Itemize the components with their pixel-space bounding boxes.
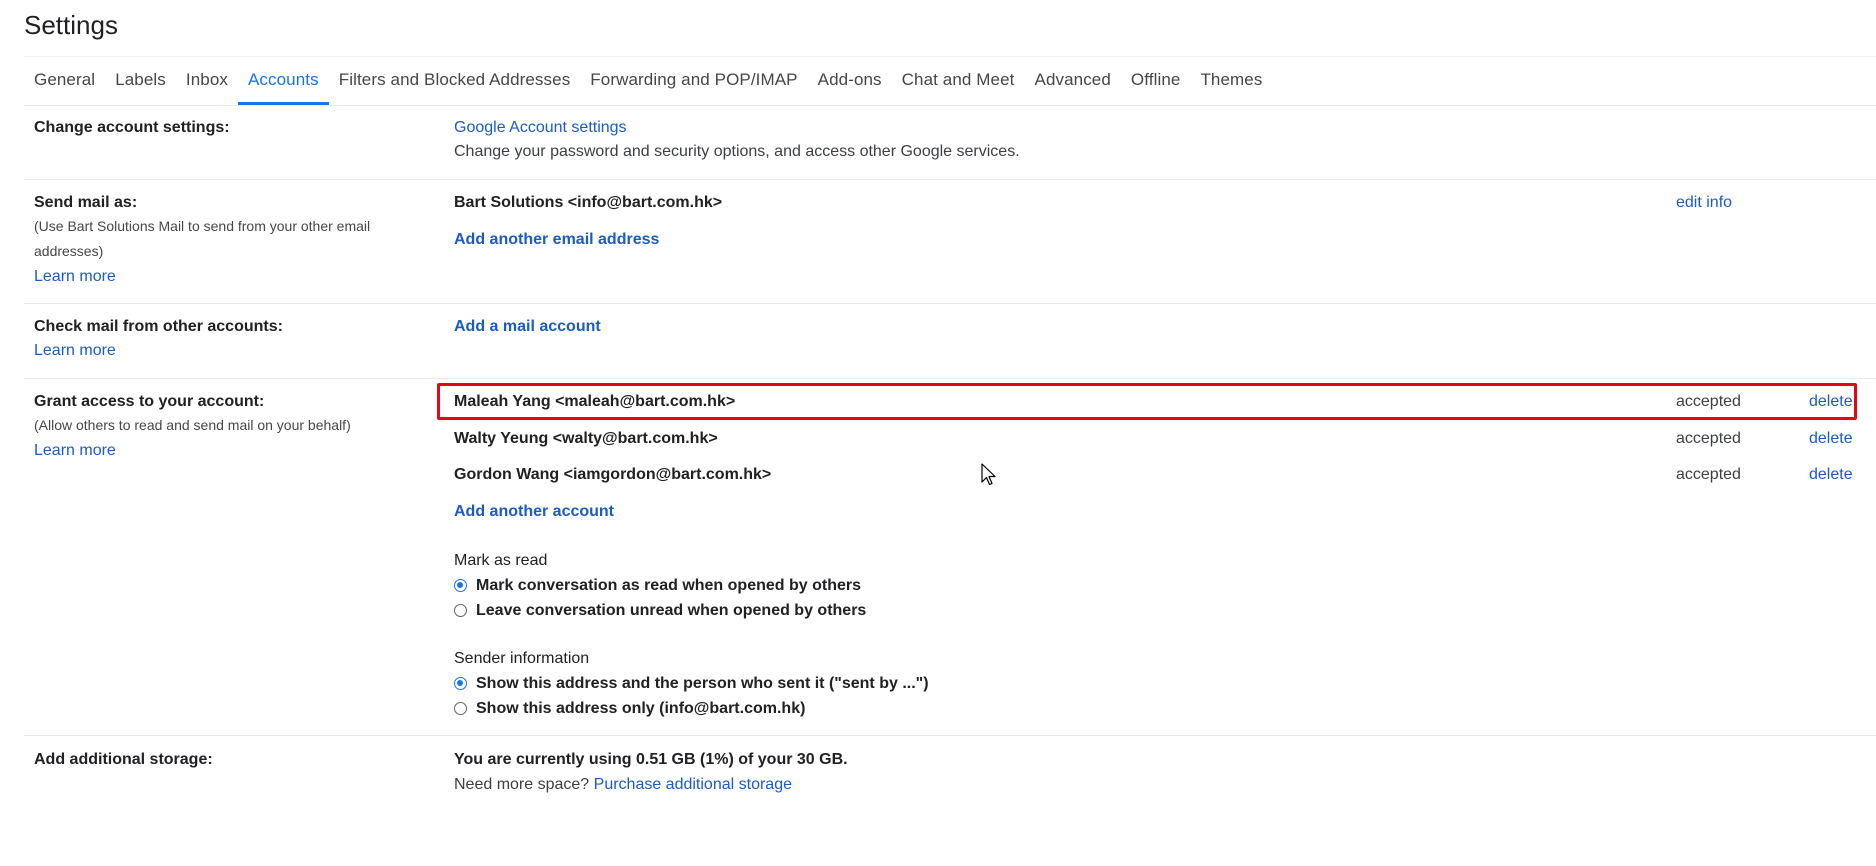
delegate-row: Gordon Wang <iamgordon@bart.com.hk> acce… [454,461,1876,489]
highlight-box [437,383,1857,420]
google-account-settings-link[interactable]: Google Account settings [454,117,1876,139]
add-mail-account-link[interactable]: Add a mail account [454,318,601,335]
delete-delegate-link[interactable]: delete [1809,425,1853,453]
send-mail-address: Bart Solutions <info@bart.com.hk> [454,194,723,211]
section-change-account: Change account settings: Google Account … [24,106,1876,180]
grant-access-label: Grant access to your account: [34,393,265,410]
check-mail-learn-more-link[interactable]: Learn more [34,338,454,363]
mark-as-read-heading: Mark as read [454,552,548,569]
tab-general[interactable]: General [24,57,105,105]
leave-unread-option[interactable]: Leave conversation unread when opened by… [454,598,866,623]
tab-forwarding[interactable]: Forwarding and POP/IMAP [580,57,807,105]
tab-addons[interactable]: Add-ons [808,57,892,105]
mark-read-option-label: Mark conversation as read when opened by… [476,576,861,594]
section-send-mail-as: Send mail as: (Use Bart Solutions Mail t… [24,179,1876,304]
section-grant-access: Grant access to your account: (Allow oth… [24,378,1876,736]
check-mail-label: Check mail from other accounts: [34,318,283,335]
sender-show-both-label: Show this address and the person who sen… [476,674,929,692]
tab-advanced[interactable]: Advanced [1025,57,1121,105]
delegate-status: accepted [1676,466,1741,483]
need-more-space-text: Need more space? [454,776,590,793]
send-mail-as-description: (Use Bart Solutions Mail to send from yo… [34,218,371,259]
edit-info-link[interactable]: edit info [1676,189,1732,217]
tab-labels[interactable]: Labels [105,57,176,105]
delegate-status: accepted [1676,430,1741,447]
purchase-storage-link[interactable]: Purchase additional storage [594,776,792,793]
send-mail-as-label: Send mail as: [34,194,138,211]
sender-information-heading: Sender information [454,650,590,667]
tab-accounts[interactable]: Accounts [237,57,329,105]
delegate-name: Walty Yeung <walty@bart.com.hk> [454,430,718,447]
change-account-label: Change account settings: [34,119,230,136]
mouse-cursor-icon [981,463,996,486]
tab-chat-meet[interactable]: Chat and Meet [892,57,1025,105]
tab-themes[interactable]: Themes [1190,57,1272,105]
mark-read-option[interactable]: Mark conversation as read when opened by… [454,573,866,598]
settings-tabs: General Labels Inbox Accounts Filters an… [24,56,1876,106]
grant-access-learn-more-link[interactable]: Learn more [34,438,454,463]
tab-filters[interactable]: Filters and Blocked Addresses [329,57,581,105]
delete-delegate-link[interactable]: delete [1809,461,1853,489]
sender-show-address-only-label: Show this address only (info@bart.com.hk… [476,699,806,717]
delegate-name: Gordon Wang <iamgordon@bart.com.hk> [454,466,772,483]
delegate-row: Walty Yeung <walty@bart.com.hk> accepted… [454,425,1876,453]
section-storage: Add additional storage: You are currentl… [24,735,1876,825]
leave-unread-option-label: Leave conversation unread when opened by… [476,601,867,619]
send-mail-learn-more-link[interactable]: Learn more [34,264,454,289]
section-check-mail: Check mail from other accounts: Learn mo… [24,303,1876,379]
storage-usage-text: You are currently using 0.51 GB (1%) of … [454,751,848,768]
add-email-address-link[interactable]: Add another email address [454,231,659,248]
radio-unchecked-icon[interactable] [454,702,467,715]
radio-checked-icon[interactable] [454,677,467,690]
sender-show-address-only-option[interactable]: Show this address only (info@bart.com.hk… [454,696,929,721]
sender-show-both-option[interactable]: Show this address and the person who sen… [454,671,929,696]
tab-offline[interactable]: Offline [1121,57,1191,105]
radio-checked-icon[interactable] [454,579,467,592]
radio-unchecked-icon[interactable] [454,604,467,617]
add-another-account-link[interactable]: Add another account [454,503,614,520]
change-account-description: Change your password and security option… [454,143,1020,160]
tab-inbox[interactable]: Inbox [176,57,238,105]
grant-access-description: (Allow others to read and send mail on y… [34,417,351,433]
page-title: Settings [24,10,118,40]
storage-label: Add additional storage: [34,751,213,768]
